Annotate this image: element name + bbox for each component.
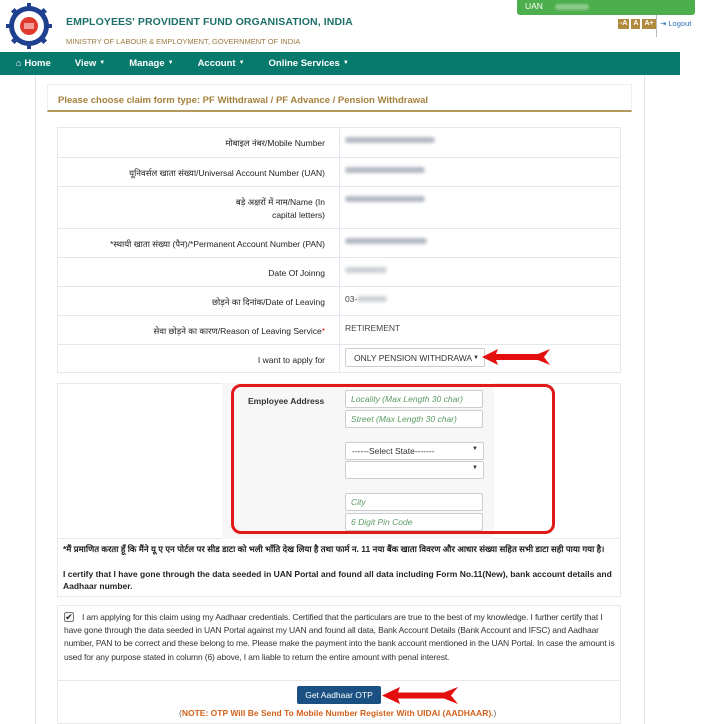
uan-value-redacted [555,3,590,10]
caret-down-icon: ▼ [473,354,479,361]
doj-label: Date Of Joinng [57,257,340,287]
doj-value [339,257,621,287]
main-nav: ⌂ Home View ▼ Manage ▼ Account ▼ Online Ser… [0,52,680,75]
caret-down-icon: ▼ [99,60,106,67]
table-row: छोड़ने का दिनांक/Date of Leaving 03- [57,286,621,316]
note-paren-close: ) [493,708,497,718]
claim-form-panel-header: Please choose claim form type: PF Withdr… [47,84,632,112]
nav-online-services[interactable]: Online Services ▼ [269,58,349,69]
apply-for-select[interactable]: ONLY PENSION WITHDRAWAL ▼ [345,348,485,367]
page-left-border [35,75,36,724]
page-right-border [644,75,645,724]
otp-note-text: NOTE: OTP Will Be Send To Mobile Number … [181,708,494,718]
uan-row-value [339,157,621,187]
uan-badge: UAN [517,0,695,15]
mobile-label: मोबाइल नंबर/Mobile Number [57,127,340,158]
table-row: बड़े अक्षरों में नाम/Name (In capital le… [57,186,621,229]
name-label: बड़े अक्षरों में नाम/Name (In capital le… [57,186,340,229]
certification-english: I certify that I have gone through the d… [63,569,612,591]
header-divider [656,15,657,37]
name-label-text: बड़े अक्षरों में नाम/Name (In capital le… [235,197,325,220]
name-value [339,186,621,229]
mobile-value [339,127,621,158]
ministry-subtitle: MINISTRY OF LABOUR & EMPLOYMENT, GOVERNM… [66,37,301,46]
nav-online-services-label: Online Services [268,58,340,69]
epfo-emblem-icon [6,3,52,49]
certification-hindi: *मैं प्रमाणित करता हूँ कि मैंने यू ए एन … [63,544,605,554]
pan-label: *स्थायी खाता संख्या (पैन)/*Permanent Acc… [57,228,340,258]
leaving-reason-label: सेवा छोड़ने का कारण/Reason of Leaving Se… [57,315,340,345]
annotation-arrow-icon [482,349,550,365]
site-header: EMPLOYEES' PROVIDENT FUND ORGANISATION, … [0,0,701,52]
font-size-controls: -A A A+ [618,19,656,29]
logout-icon: ⇥ [660,19,667,28]
uan-row-label: यूनिवर्सल खाता संख्या/Universal Account … [57,157,340,187]
nav-manage[interactable]: Manage ▼ [129,58,173,69]
normal-font-button[interactable]: A [631,19,641,29]
consent-text: I am applying for this claim using my Aa… [64,612,615,662]
caret-down-icon: ▼ [167,60,174,67]
leaving-reason-value: RETIREMENT [339,315,621,345]
annotation-arrow-icon [382,687,458,704]
uan-label: UAN [525,1,543,11]
required-marker: * [321,326,325,336]
caret-down-icon: ▼ [342,60,349,67]
apply-for-selected: ONLY PENSION WITHDRAWAL [354,352,472,363]
annotation-highlight-box [231,384,555,534]
caret-down-icon: ▼ [238,60,245,67]
nav-view[interactable]: View ▼ [75,58,105,69]
apply-for-label: I want to apply for [57,344,340,373]
table-row: *स्थायी खाता संख्या (पैन)/*Permanent Acc… [57,228,621,258]
home-icon: ⌂ [16,58,22,69]
increase-font-button[interactable]: A+ [642,19,656,29]
nav-account-label: Account [197,58,236,69]
get-aadhaar-otp-button[interactable]: Get Aadhaar OTP [297,686,381,704]
table-row: यूनिवर्सल खाता संख्या/Universal Account … [57,157,621,187]
logout-link[interactable]: ⇥ Logout [660,19,691,28]
leaving-reason-text: सेवा छोड़ने का कारण/Reason of Leaving Se… [153,326,322,336]
otp-note: (NOTE: OTP Will Be Send To Mobile Number… [179,708,496,718]
dol-label: छोड़ने का दिनांक/Date of Leaving [57,286,340,316]
apply-for-cell: ONLY PENSION WITHDRAWAL ▼ [339,344,621,373]
nav-home-label: Home [24,58,51,69]
panel-title: Please choose claim form type: PF Withdr… [58,95,429,106]
nav-view-label: View [74,58,97,69]
table-row: सेवा छोड़ने का कारण/Reason of Leaving Se… [57,315,621,345]
nav-home[interactable]: ⌂ Home [16,58,51,69]
nav-account[interactable]: Account ▼ [198,58,245,69]
pan-value [339,228,621,258]
table-row: Date Of Joinng [57,257,621,287]
decrease-font-button[interactable]: -A [618,19,630,29]
logout-label: Logout [668,19,692,28]
table-row: मोबाइल नंबर/Mobile Number [57,127,621,158]
org-name: EMPLOYEES' PROVIDENT FUND ORGANISATION, … [66,16,353,28]
nav-manage-label: Manage [129,58,165,69]
member-details-table: मोबाइल नंबर/Mobile Number यूनिवर्सल खाता… [57,127,621,373]
dol-value: 03- [339,286,621,316]
